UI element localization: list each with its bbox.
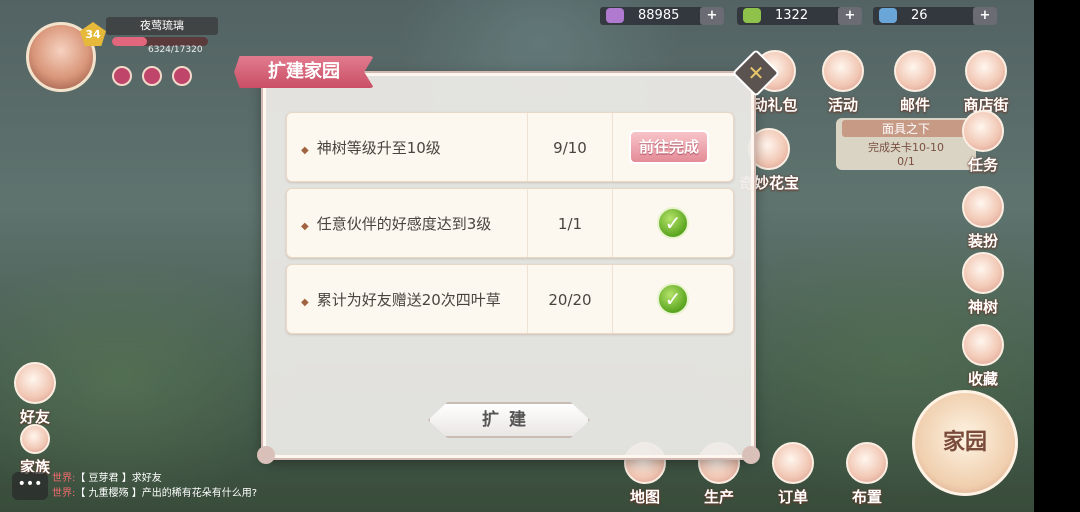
menu-events[interactable]: 活动 — [818, 50, 868, 115]
dialog-corner-ornament — [257, 446, 275, 464]
diamond-bullet-icon: ◆ — [301, 221, 309, 232]
chat-feed[interactable]: 世界:【 豆芽君 】求好友 世界:【 九重樱殇 】产出的稀有花朵有什么用? — [52, 471, 257, 501]
task-label-text: 任意伙伴的好感度达到3级 — [316, 215, 492, 233]
currency-leaves-value: 1322 — [775, 8, 809, 23]
menu-collection[interactable]: 收藏 — [958, 324, 1008, 389]
quest-title: 面具之下 — [842, 120, 970, 137]
task-row: ◆ 神树等级升至10级 9/10 前往完成 — [286, 112, 734, 182]
orders-icon — [772, 442, 814, 484]
menu-arrange[interactable]: 布置 — [842, 442, 892, 507]
menu-arrange-label: 布置 — [851, 488, 882, 506]
menu-tasks-label: 任务 — [967, 156, 998, 174]
menu-produce-label: 生产 — [703, 488, 734, 506]
flower-treasure-icon — [748, 128, 790, 170]
star-icon — [962, 324, 1004, 366]
task-icon — [962, 110, 1004, 152]
chat-channel: 世界: — [52, 488, 76, 499]
quest-desc: 完成关卡10-10 — [868, 141, 944, 154]
quest-progress: 0/1 — [897, 155, 915, 168]
menu-dressup-label: 装扮 — [967, 232, 998, 250]
checkmark-icon: ✓ — [657, 283, 689, 315]
status-icon-1[interactable] — [112, 66, 132, 86]
tree-icon — [962, 252, 1004, 294]
task-progress: 20/20 — [527, 265, 613, 333]
menu-sacred-tree[interactable]: 神树 — [958, 252, 1008, 317]
quest-tracker[interactable]: 面具之下 完成关卡10-10 0/1 — [836, 118, 976, 170]
menu-friends[interactable]: 好友 — [10, 362, 60, 427]
balloon-icon — [822, 50, 864, 92]
add-leaves-button[interactable]: + — [838, 7, 862, 25]
xp-text: 6324/17320 — [148, 45, 203, 55]
player-name: 夜莺琉璃 — [106, 17, 218, 35]
menu-shop[interactable]: 商店街 — [956, 50, 1016, 115]
menu-orders-label: 订单 — [777, 488, 808, 506]
diamond-bullet-icon: ◆ — [301, 145, 309, 156]
task-label-text: 累计为好友赠送20次四叶草 — [316, 291, 501, 309]
menu-map-label: 地图 — [629, 488, 660, 506]
menu-gift-pack-label: 动礼包 — [752, 96, 798, 114]
dialog-title: 扩建家园 — [234, 56, 374, 88]
task-progress: 1/1 — [527, 189, 613, 257]
go-complete-button[interactable]: 前往完成 — [629, 130, 709, 164]
leaf-icon — [743, 8, 761, 23]
shop-icon — [965, 50, 1007, 92]
task-label: ◆ 神树等级升至10级 — [301, 113, 441, 186]
screen-edge-bar — [1034, 0, 1080, 512]
gem-icon — [606, 8, 624, 23]
chat-message: 【 豆芽君 】求好友 — [75, 473, 162, 484]
menu-tasks[interactable]: 任务 — [958, 110, 1008, 175]
chat-button[interactable]: ••• — [12, 472, 48, 500]
task-label-text: 神树等级升至10级 — [316, 139, 441, 157]
add-clovers-button[interactable]: + — [973, 7, 997, 25]
friends-icon — [14, 362, 56, 404]
checkmark-icon: ✓ — [657, 207, 689, 239]
currency-clovers: 26 + — [873, 7, 997, 25]
menu-events-label: 活动 — [827, 96, 858, 114]
chat-line: 世界:【 豆芽君 】求好友 — [52, 471, 257, 486]
menu-sacred-tree-label: 神树 — [967, 298, 998, 316]
dress-icon — [962, 186, 1004, 228]
add-gems-button[interactable]: + — [700, 7, 724, 25]
dialog-corner-ornament — [742, 446, 760, 464]
menu-collection-label: 收藏 — [967, 370, 998, 388]
family-icon — [20, 424, 50, 454]
clover-icon — [879, 8, 897, 23]
menu-orders[interactable]: 订单 — [768, 442, 818, 507]
menu-dressup[interactable]: 装扮 — [958, 186, 1008, 251]
task-row: ◆ 任意伙伴的好感度达到3级 1/1 ✓ — [286, 188, 734, 258]
chat-message: 【 九重樱殇 】产出的稀有花朵有什么用? — [75, 488, 258, 499]
mail-icon — [894, 50, 936, 92]
task-label: ◆ 累计为好友赠送20次四叶草 — [301, 265, 501, 338]
expand-button[interactable]: 扩建 — [428, 402, 590, 438]
currency-leaves: 1322 + — [737, 7, 862, 25]
menu-family[interactable]: 家族 — [10, 424, 60, 477]
chat-line: 世界:【 九重樱殇 】产出的稀有花朵有什么用? — [52, 486, 257, 501]
home-button[interactable]: 家园 — [912, 390, 1018, 496]
xp-bar-fill — [112, 37, 148, 46]
currency-gems: 88985 + — [600, 7, 724, 25]
menu-mail[interactable]: 邮件 — [890, 50, 940, 115]
chat-channel: 世界: — [52, 473, 76, 484]
diamond-bullet-icon: ◆ — [301, 297, 309, 308]
task-row: ◆ 累计为好友赠送20次四叶草 20/20 ✓ — [286, 264, 734, 334]
task-label: ◆ 任意伙伴的好感度达到3级 — [301, 189, 491, 262]
task-progress: 9/10 — [527, 113, 613, 181]
chat-bubble-icon: ••• — [17, 476, 43, 492]
status-icon-2[interactable] — [142, 66, 162, 86]
currency-gems-value: 88985 — [638, 8, 680, 23]
arrange-icon — [846, 442, 888, 484]
status-icons — [112, 66, 192, 86]
close-icon: ✕ — [747, 61, 765, 85]
status-icon-3[interactable] — [172, 66, 192, 86]
currency-clovers-value: 26 — [911, 8, 928, 23]
menu-mail-label: 邮件 — [899, 96, 930, 114]
